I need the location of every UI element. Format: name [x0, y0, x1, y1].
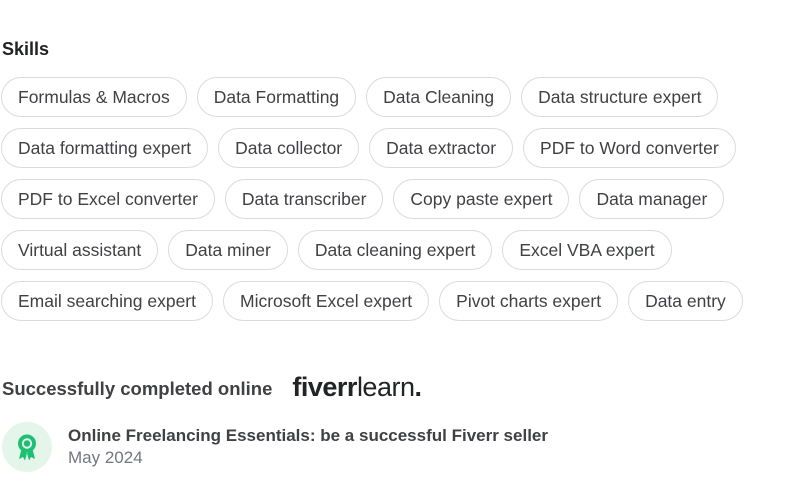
course-title[interactable]: Online Freelancing Essentials: be a succ…: [68, 425, 548, 447]
completed-label: Successfully completed online: [2, 377, 273, 399]
skills-row: Data formatting expert Data collector Da…: [1, 128, 800, 168]
skill-chip[interactable]: Formulas & Macros: [1, 77, 187, 117]
skill-chip[interactable]: PDF to Word converter: [523, 128, 736, 168]
skills-row: Formulas & Macros Data Formatting Data C…: [1, 77, 800, 117]
skill-chip[interactable]: Virtual assistant: [1, 230, 159, 270]
skill-chip[interactable]: Data Formatting: [196, 77, 357, 117]
skill-chip[interactable]: Data Cleaning: [366, 77, 512, 117]
fiverr-learn-logo: fiverrlearn.: [292, 372, 422, 402]
skills-row: Email searching expert Microsoft Excel e…: [1, 281, 800, 321]
skill-chip[interactable]: Data formatting expert: [1, 128, 209, 168]
skill-chip[interactable]: PDF to Excel converter: [1, 179, 215, 219]
skill-chip[interactable]: Microsoft Excel expert: [223, 281, 430, 321]
profile-skills-section: Skills Formulas & Macros Data Formatting…: [0, 0, 800, 500]
skill-chip[interactable]: Data transcriber: [224, 179, 384, 219]
skill-chip[interactable]: Email searching expert: [1, 281, 213, 321]
skill-chip[interactable]: Data miner: [168, 230, 288, 270]
skill-chip[interactable]: Data cleaning expert: [297, 230, 493, 270]
course-date: May 2024: [68, 448, 143, 467]
skill-chip[interactable]: Excel VBA expert: [502, 230, 672, 270]
award-ribbon-icon: [18, 434, 36, 461]
skill-chip[interactable]: Data entry: [628, 281, 743, 321]
skills-heading: Skills: [2, 39, 50, 59]
course-text: Online Freelancing Essentials: be a succ…: [68, 425, 548, 469]
course-badge: [2, 422, 52, 472]
course-item: Online Freelancing Essentials: be a succ…: [2, 422, 548, 472]
skill-chip[interactable]: Data extractor: [369, 128, 514, 168]
skill-chip[interactable]: Data collector: [218, 128, 360, 168]
skill-chip[interactable]: Pivot charts expert: [439, 281, 619, 321]
skills-row: PDF to Excel converter Data transcriber …: [1, 179, 800, 219]
skills-chip-list: Formulas & Macros Data Formatting Data C…: [1, 77, 800, 332]
skill-chip[interactable]: Data structure expert: [521, 77, 719, 117]
skills-row: Virtual assistant Data miner Data cleani…: [1, 230, 800, 270]
skill-chip[interactable]: Data manager: [579, 179, 725, 219]
skill-chip[interactable]: Copy paste expert: [393, 179, 570, 219]
learn-completed-heading: Successfully completed online fiverrlear…: [2, 372, 422, 402]
